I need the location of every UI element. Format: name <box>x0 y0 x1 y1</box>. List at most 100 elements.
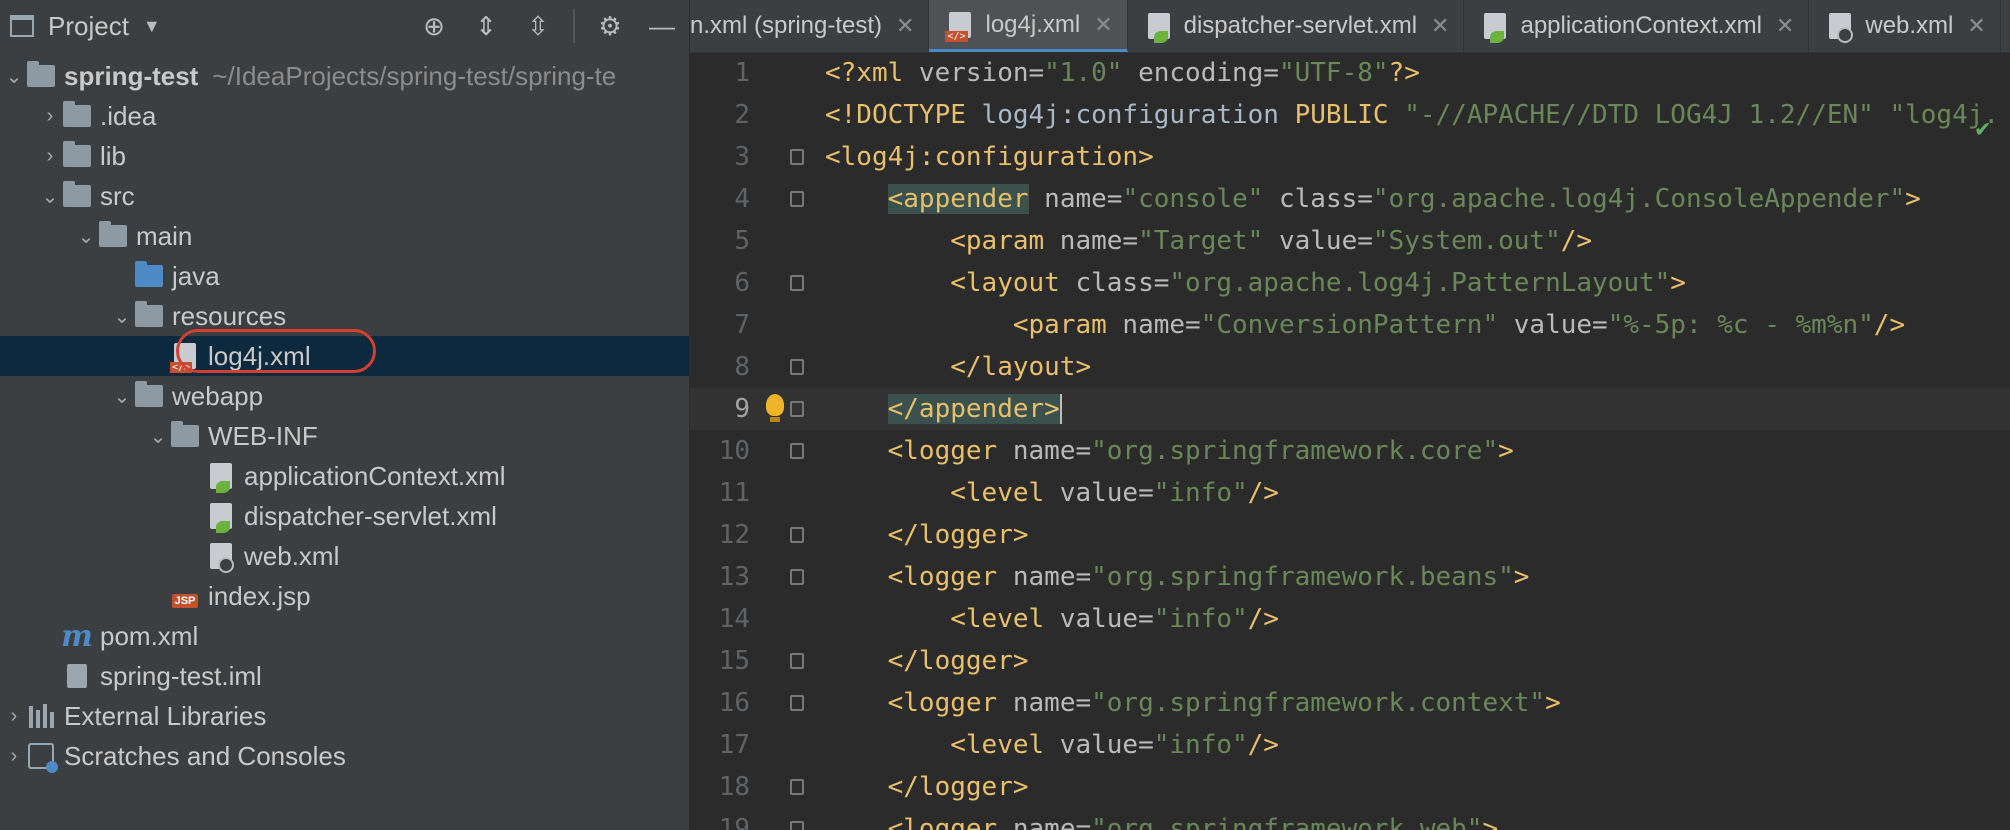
line-number[interactable]: 14 <box>690 604 750 634</box>
code-line[interactable]: 16 <logger name= "org.springframework.con… <box>690 682 2010 724</box>
line-number[interactable]: 12 <box>690 520 750 550</box>
tree-item[interactable]: log4j.xml <box>0 329 689 376</box>
editor-tab[interactable]: log4j.xml ✕ <box>929 0 1128 52</box>
expanded-arrow-icon[interactable]: ⌄ <box>74 224 98 249</box>
tree-item[interactable]: applicationContext.xml <box>0 456 689 496</box>
gutter[interactable] <box>750 808 825 830</box>
code-line[interactable]: 13 <logger name= "org.springframework.bea… <box>690 556 2010 598</box>
tree-item[interactable]: ⌄ spring-test ~/IdeaProjects/spring-test/s… <box>0 56 689 96</box>
fold-marker-icon[interactable] <box>790 359 804 375</box>
code-line[interactable]: 10 <logger name= "org.springframework.cor… <box>690 430 2010 472</box>
fold-marker-icon[interactable] <box>790 191 804 207</box>
fold-marker-icon[interactable] <box>790 527 804 543</box>
fold-marker-icon[interactable] <box>790 275 804 291</box>
tree-item[interactable]: m pom.xml <box>0 616 689 656</box>
expanded-arrow-icon[interactable]: ⌄ <box>2 64 26 89</box>
line-number[interactable]: 10 <box>690 436 750 466</box>
code-line[interactable]: 19 <logger name= "org.springframework.web… <box>690 808 2010 830</box>
locate-file-icon[interactable]: ⊕ <box>417 9 451 43</box>
editor-tab[interactable]: applicationContext.xml ✕ <box>1464 0 1810 52</box>
tree-item[interactable]: › External Libraries <box>0 696 689 736</box>
tree-item[interactable]: java <box>0 256 689 296</box>
code-line[interactable]: 12 </logger> <box>690 514 2010 556</box>
gutter[interactable] <box>750 640 825 682</box>
fold-marker-icon[interactable] <box>790 821 804 830</box>
line-number[interactable]: 9 <box>690 394 750 424</box>
line-number[interactable]: 8 <box>690 352 750 382</box>
code-line[interactable]: 4 <appender name= "console" class= "org.ap… <box>690 178 2010 220</box>
gutter[interactable] <box>750 52 825 94</box>
tree-item[interactable]: › Scratches and Consoles <box>0 736 689 776</box>
code-line[interactable]: 15 </logger> <box>690 640 2010 682</box>
line-number[interactable]: 16 <box>690 688 750 718</box>
editor-tab[interactable]: web.xml ✕ <box>1809 0 2001 52</box>
chevron-down-icon[interactable]: ▼ <box>143 16 161 37</box>
line-number[interactable]: 4 <box>690 184 750 214</box>
close-icon[interactable]: ✕ <box>1094 12 1112 38</box>
code-line[interactable]: 14 <level value= "info"/> <box>690 598 2010 640</box>
tree-item[interactable]: ⌄ WEB-INF <box>0 416 689 456</box>
gutter[interactable] <box>750 598 825 640</box>
tree-item[interactable]: ⌄ main <box>0 216 689 256</box>
code-line[interactable]: 3 <log4j:configuration> <box>690 136 2010 178</box>
fold-marker-icon[interactable] <box>790 149 804 165</box>
expanded-arrow-icon[interactable]: ⌄ <box>146 424 170 449</box>
expanded-arrow-icon[interactable]: ⌄ <box>38 184 62 209</box>
line-number[interactable]: 2 <box>690 100 750 130</box>
code-line[interactable]: 9 </appender> <box>690 388 2010 430</box>
line-number[interactable]: 13 <box>690 562 750 592</box>
gutter[interactable] <box>750 682 825 724</box>
code-line[interactable]: 5 <param name= "Target" value= "System.out… <box>690 220 2010 262</box>
gutter[interactable] <box>750 766 825 808</box>
line-number[interactable]: 5 <box>690 226 750 256</box>
code-line[interactable]: 7 <param name= "ConversionPattern" value=… <box>690 304 2010 346</box>
fold-marker-icon[interactable] <box>790 695 804 711</box>
code-line[interactable]: 8 </layout> <box>690 346 2010 388</box>
collapsed-arrow-icon[interactable]: › <box>38 105 62 128</box>
tree-item[interactable]: web.xml <box>0 536 689 576</box>
line-number[interactable]: 15 <box>690 646 750 676</box>
expanded-arrow-icon[interactable]: ⌄ <box>110 384 134 409</box>
line-number[interactable]: 6 <box>690 268 750 298</box>
expand-all-icon[interactable]: ⇕ <box>469 9 503 43</box>
gutter[interactable] <box>750 388 825 430</box>
code-line[interactable]: 2 <!DOCTYPE log4j:configuration PUBLIC "-… <box>690 94 2010 136</box>
tree-item[interactable]: ⌄ webapp <box>0 376 689 416</box>
gutter[interactable] <box>750 346 825 388</box>
gutter[interactable] <box>750 220 825 262</box>
gutter[interactable] <box>750 724 825 766</box>
gutter[interactable] <box>750 472 825 514</box>
code-line[interactable]: 6 <layout class= "org.apache.log4j.Patter… <box>690 262 2010 304</box>
code-line[interactable]: 18 </logger> <box>690 766 2010 808</box>
line-number[interactable]: 1 <box>690 58 750 88</box>
editor-tab[interactable]: dispatcher-servlet.xml ✕ <box>1128 0 1465 52</box>
fold-marker-icon[interactable] <box>790 779 804 795</box>
gutter[interactable] <box>750 304 825 346</box>
tree-item[interactable]: JSP index.jsp <box>0 576 689 616</box>
lightbulb-icon[interactable] <box>766 394 784 422</box>
code-line[interactable]: 11 <level value= "info"/> <box>690 472 2010 514</box>
gutter[interactable] <box>750 136 825 178</box>
project-panel-title[interactable]: Project <box>48 11 129 42</box>
fold-marker-icon[interactable] <box>790 443 804 459</box>
line-number[interactable]: 7 <box>690 310 750 340</box>
gutter[interactable] <box>750 430 825 472</box>
line-number[interactable]: 3 <box>690 142 750 172</box>
tree-item[interactable]: ⌄ resources <box>0 296 689 336</box>
collapsed-arrow-icon[interactable]: › <box>2 745 26 768</box>
tree-item[interactable]: › .idea <box>0 96 689 136</box>
close-icon[interactable]: ✕ <box>1776 13 1794 39</box>
gutter[interactable] <box>750 94 825 136</box>
line-number[interactable]: 17 <box>690 730 750 760</box>
tree-item[interactable]: › lib <box>0 136 689 176</box>
code-line[interactable]: 17 <level value= "info"/> <box>690 724 2010 766</box>
expanded-arrow-icon[interactable]: ⌄ <box>110 304 134 329</box>
close-icon[interactable]: ✕ <box>1967 13 1985 39</box>
collapsed-arrow-icon[interactable]: › <box>38 145 62 168</box>
code-editor[interactable]: ✔ 1 <?xml version= "1.0" encoding= "UTF-8"?… <box>690 52 2010 830</box>
gutter[interactable] <box>750 556 825 598</box>
collapsed-arrow-icon[interactable]: › <box>2 705 26 728</box>
fold-marker-icon[interactable] <box>790 653 804 669</box>
line-number[interactable]: 19 <box>690 814 750 830</box>
close-icon[interactable]: ✕ <box>896 13 914 39</box>
